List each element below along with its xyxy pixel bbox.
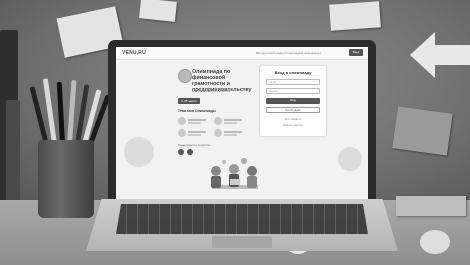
hero-subtitle: для учащихся 1-11 классов [192, 89, 230, 93]
topic-item[interactable] [214, 129, 244, 138]
laptop-base [86, 199, 398, 251]
topic-icon [178, 129, 186, 137]
topic-item[interactable] [178, 117, 208, 126]
crumpled-paper [420, 230, 450, 254]
social-vk-icon[interactable] [178, 149, 184, 155]
login-card: Вход в олимпиаду Логин Пароль Вход Регис… [260, 66, 326, 136]
touchpad [212, 236, 272, 248]
login-title: Вход в олимпиаду [274, 70, 312, 75]
submit-login-button[interactable]: Вход [266, 98, 320, 104]
keyboard [116, 204, 368, 234]
topic-icon [214, 117, 222, 125]
paper-stack [396, 196, 466, 216]
topic-item[interactable] [214, 117, 244, 126]
social-ok-icon[interactable] [187, 149, 193, 155]
header-links[interactable]: Методический раздел Олимпиадная информац… [256, 51, 321, 55]
pinned-paper [139, 0, 177, 22]
header-login-button[interactable]: Вход [349, 49, 363, 56]
topics-title: Тематика Олимпиады [178, 109, 216, 113]
laptop-lid: VENU.RU Методический раздел Олимпиадная … [108, 40, 376, 206]
decor-shape [124, 137, 154, 167]
pinned-paper [329, 1, 381, 31]
decor-shape [338, 147, 362, 171]
arrow-sticker-icon [410, 32, 470, 78]
photo-scene: VENU.RU Методический раздел Олимпиадная … [0, 0, 470, 265]
share-label: Поделиться в соцсетях [178, 143, 211, 147]
site-logo[interactable]: VENU.RU [122, 50, 146, 56]
pen-cup [38, 140, 94, 218]
password-field[interactable]: Пароль [266, 88, 320, 94]
laptop-screen: VENU.RU Методический раздел Олимпиадная … [116, 47, 368, 199]
site-header: VENU.RU Методический раздел Олимпиадная … [116, 47, 368, 60]
register-button[interactable]: Регистрация [266, 107, 320, 113]
students-illustration [211, 158, 258, 189]
date-badge: 5-25 марта [178, 98, 200, 104]
restore-link[interactable]: Восстановить [260, 118, 326, 121]
topic-item[interactable] [178, 129, 208, 138]
forgot-password-link[interactable]: Забыли пароль? [260, 124, 326, 127]
pinned-paper [392, 106, 453, 156]
topic-icon [214, 129, 222, 137]
topic-icon [178, 117, 186, 125]
login-field[interactable]: Логин [266, 79, 320, 85]
olympiad-emblem-icon [178, 69, 192, 83]
